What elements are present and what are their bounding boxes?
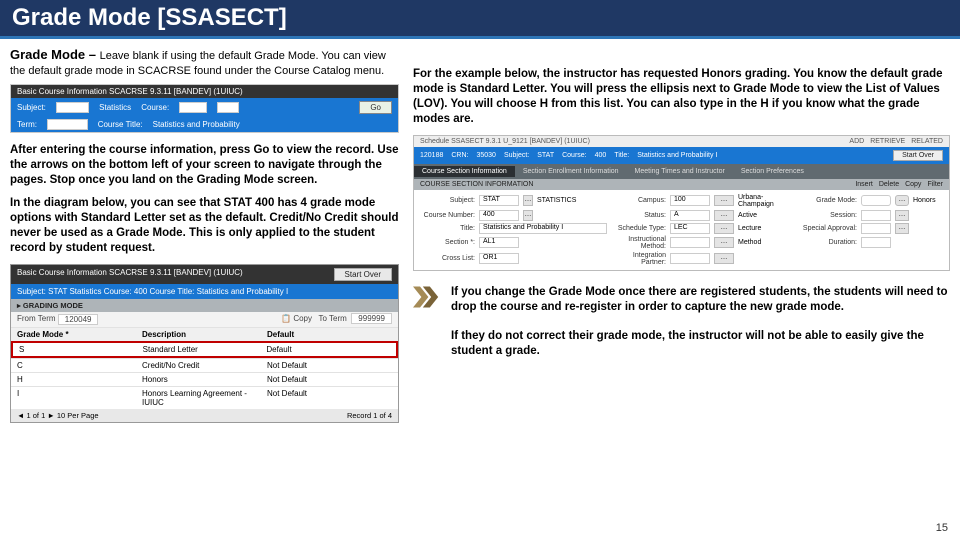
- pager[interactable]: ◄ 1 of 1 ► 10 Per Page: [17, 411, 99, 420]
- grade-mode-ellipsis[interactable]: …: [895, 195, 909, 206]
- start-over-button[interactable]: Start Over: [893, 150, 943, 161]
- table-row[interactable]: CCredit/No CreditNot Default: [11, 358, 398, 372]
- screenshot-ssasect: Schedule SSASECT 9.3.1 U_9121 [BANDEV] (…: [413, 135, 950, 271]
- integration-partner-field[interactable]: [670, 253, 710, 264]
- col-grade-mode: Grade Mode *: [17, 330, 142, 339]
- term-value: 120188: [420, 152, 443, 159]
- tab-meeting[interactable]: Meeting Times and Instructor: [627, 166, 733, 177]
- col-default: Default: [267, 330, 392, 339]
- tab-course-section[interactable]: Course Section Information: [414, 166, 515, 177]
- note-text-2: If they do not correct their grade mode,…: [451, 329, 950, 359]
- ssasect-form: Subject:STAT…STATISTICS Campus:100…Urban…: [414, 190, 949, 270]
- right-column: For the example below, the instructor ha…: [413, 47, 950, 423]
- table-row[interactable]: SStandard LetterDefault: [11, 341, 398, 358]
- copy-button[interactable]: Copy: [905, 181, 921, 188]
- special-approval-field[interactable]: [861, 223, 891, 234]
- table-row[interactable]: HHonorsNot Default: [11, 372, 398, 386]
- value-course-title: Statistics and Probability: [153, 120, 240, 129]
- slide-title: Grade Mode [SSASECT]: [0, 0, 960, 39]
- slide-body: Grade Mode – Leave blank if using the de…: [0, 39, 960, 423]
- label-course-title: Course Title:: [98, 120, 143, 129]
- left-column: Grade Mode – Leave blank if using the de…: [10, 47, 399, 423]
- para-left-1: After entering the course information, p…: [10, 143, 399, 188]
- from-term-field[interactable]: 120049: [58, 314, 99, 325]
- intro-text: Grade Mode – Leave blank if using the de…: [10, 47, 399, 78]
- ellipsis-icon[interactable]: …: [523, 195, 533, 206]
- shot2-titlebar: Basic Course Information SCACRSE 9.3.11 …: [17, 268, 243, 281]
- shot1-searchbar: Subject: STAT Statistics Course: 400 … G…: [11, 98, 398, 117]
- filter-button[interactable]: Filter: [927, 181, 943, 188]
- schedule-type-field[interactable]: LEC: [670, 223, 710, 234]
- tab-enrollment[interactable]: Section Enrollment Information: [515, 166, 627, 177]
- related-button[interactable]: RELATED: [911, 138, 943, 145]
- go-button[interactable]: Go: [359, 101, 392, 114]
- section-field[interactable]: AL1: [479, 237, 519, 248]
- screenshot-scacrse-grading: Basic Course Information SCACRSE 9.3.11 …: [10, 264, 399, 423]
- section-heading: COURSE SECTION INFORMATION: [420, 181, 533, 188]
- duration-field[interactable]: [861, 237, 891, 248]
- note-text-1: If you change the Grade Mode once there …: [451, 285, 950, 315]
- campus-field[interactable]: 100: [670, 195, 710, 206]
- start-over-button[interactable]: Start Over: [334, 268, 392, 281]
- to-term-field[interactable]: 999999: [351, 313, 392, 324]
- para-right-1: For the example below, the instructor ha…: [413, 67, 950, 127]
- session-field[interactable]: [861, 210, 891, 221]
- cross-list-field[interactable]: OR1: [479, 253, 519, 264]
- ellipsis-icon[interactable]: …: [714, 195, 734, 206]
- to-term-label: To Term: [319, 314, 347, 323]
- retrieve-button[interactable]: RETRIEVE: [870, 138, 905, 145]
- title-field[interactable]: Statistics and Probability I: [479, 223, 607, 234]
- tab-bar: Course Section Information Section Enrol…: [414, 164, 949, 179]
- instr-method-field[interactable]: [670, 237, 710, 248]
- add-button[interactable]: ADD: [849, 138, 864, 145]
- para-left-2: In the diagram below, you can see that S…: [10, 196, 399, 256]
- page-number: 15: [936, 522, 948, 534]
- field-term[interactable]: 120185: [47, 119, 88, 130]
- from-term-label: From Term: [17, 314, 56, 325]
- subject-field[interactable]: STAT: [479, 195, 519, 206]
- label-subject: Subject:: [17, 103, 46, 112]
- table-row[interactable]: IHonors Learning Agreement - IUIUCNot De…: [11, 386, 398, 409]
- shot2-bluebar: Subject: STAT Statistics Course: 400 Cou…: [11, 284, 398, 299]
- grade-mode-field[interactable]: [861, 195, 891, 206]
- status-field[interactable]: A: [670, 210, 710, 221]
- shot1-titlebar: Basic Course Information SCACRSE 9.3.11 …: [11, 85, 398, 98]
- field-subject[interactable]: STAT: [56, 102, 89, 113]
- record-count: Record 1 of 4: [347, 411, 392, 420]
- chevron-icon: [413, 285, 441, 309]
- intro-lead: Grade Mode –: [10, 47, 100, 62]
- tab-preferences[interactable]: Section Preferences: [733, 166, 812, 177]
- screenshot-scacrse-header: Basic Course Information SCACRSE 9.3.11 …: [10, 84, 399, 133]
- label-course: Course:: [141, 103, 169, 112]
- field-course[interactable]: 400: [179, 102, 206, 113]
- section-grading-mode: ▸ GRADING MODE: [11, 299, 398, 312]
- insert-button[interactable]: Insert: [855, 181, 873, 188]
- table-header: Grade Mode * Description Default: [11, 327, 398, 341]
- label-term: Term:: [17, 120, 37, 129]
- callout-note-1: If you change the Grade Mode once there …: [413, 285, 950, 315]
- col-description: Description: [142, 330, 267, 339]
- label-statistics: Statistics: [99, 103, 131, 112]
- copy-button[interactable]: 📋 Copy: [281, 314, 312, 323]
- delete-button[interactable]: Delete: [879, 181, 899, 188]
- ellipsis-icon[interactable]: …: [217, 102, 239, 113]
- course-number-field[interactable]: 400: [479, 210, 519, 221]
- shot3-titlebar: Schedule SSASECT 9.3.1 U_9121 [BANDEV] (…: [420, 138, 590, 145]
